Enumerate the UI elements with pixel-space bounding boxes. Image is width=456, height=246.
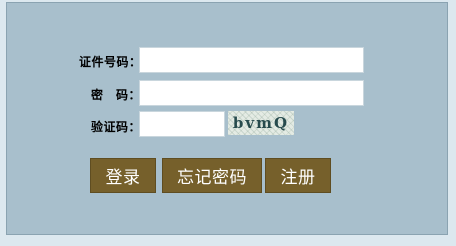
captcha-input[interactable] — [139, 111, 225, 137]
login-button[interactable]: 登录 — [90, 158, 156, 193]
login-panel: 证件号码： 密 码： 验证码： bvmQ 登录 忘记密码 注册 — [6, 2, 448, 235]
forgot-password-button[interactable]: 忘记密码 — [162, 158, 262, 193]
register-button[interactable]: 注册 — [265, 158, 331, 193]
captcha-text: bvmQ — [232, 114, 290, 132]
password-input[interactable] — [139, 80, 364, 106]
password-label: 密 码： — [91, 88, 142, 102]
id-number-label: 证件号码： — [79, 55, 142, 69]
id-number-input[interactable] — [139, 47, 364, 73]
captcha-label: 验证码： — [91, 120, 142, 134]
captcha-image[interactable]: bvmQ — [228, 111, 294, 135]
